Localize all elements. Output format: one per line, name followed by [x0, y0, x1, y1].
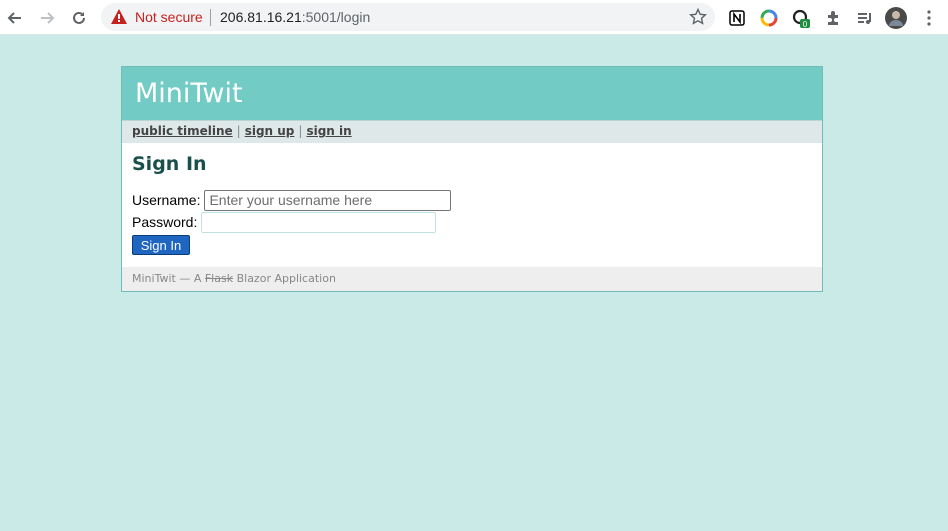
username-label: Username:	[132, 192, 201, 208]
extension-badge-icon[interactable]: 0	[790, 7, 812, 29]
page-container: MiniTwit public timeline | sign up | sign in…	[121, 66, 823, 292]
sign-in-form: Sign In Username: Password: Sign In	[122, 143, 822, 267]
color-wheel-icon[interactable]	[758, 7, 780, 29]
url-path: :5001/login	[301, 9, 371, 25]
site-header: MiniTwit	[122, 67, 822, 120]
extension-badge-count: 0	[803, 20, 808, 28]
sign-in-button[interactable]: Sign In	[132, 235, 190, 255]
nav-separator: |	[236, 124, 241, 138]
url-text[interactable]: 206.81.16.21:5001/login	[220, 9, 370, 25]
browser-toolbar: Not secure 206.81.16.21:5001/login 0	[0, 0, 948, 35]
avatar[interactable]	[885, 7, 907, 29]
security-status[interactable]: Not secure	[135, 9, 203, 25]
password-input[interactable]	[201, 211, 437, 233]
address-bar[interactable]: Not secure 206.81.16.21:5001/login	[101, 3, 715, 31]
page-heading: Sign In	[132, 153, 207, 175]
star-icon[interactable]	[688, 7, 708, 30]
footer-struck: Flask	[204, 272, 234, 285]
menu-kebab-icon[interactable]	[918, 7, 940, 29]
reload-icon[interactable]	[68, 7, 90, 29]
back-arrow-icon[interactable]	[4, 7, 26, 29]
forward-arrow-icon[interactable]	[36, 7, 58, 29]
password-row: Password:	[132, 211, 812, 233]
site-footer: MiniTwit — A Flask Blazor Application	[122, 267, 822, 291]
username-input[interactable]	[204, 189, 452, 211]
nav-separator: |	[298, 124, 303, 138]
puzzle-icon[interactable]	[822, 7, 844, 29]
nav-bar: public timeline | sign up | sign in	[122, 120, 822, 143]
nav-sign-up[interactable]: sign up	[245, 124, 295, 138]
username-row: Username:	[132, 189, 812, 211]
nav-public-timeline[interactable]: public timeline	[132, 124, 233, 138]
warning-icon	[111, 9, 127, 28]
password-label: Password:	[132, 214, 198, 230]
footer-prefix: MiniTwit — A	[132, 272, 205, 285]
site-title: MiniTwit	[135, 78, 243, 109]
footer-suffix: Blazor Application	[233, 272, 336, 285]
divider	[210, 9, 211, 26]
nav-sign-in[interactable]: sign in	[306, 124, 351, 138]
url-host: 206.81.16.21	[220, 9, 302, 25]
media-queue-icon[interactable]	[854, 7, 876, 29]
notion-icon[interactable]	[726, 7, 748, 29]
